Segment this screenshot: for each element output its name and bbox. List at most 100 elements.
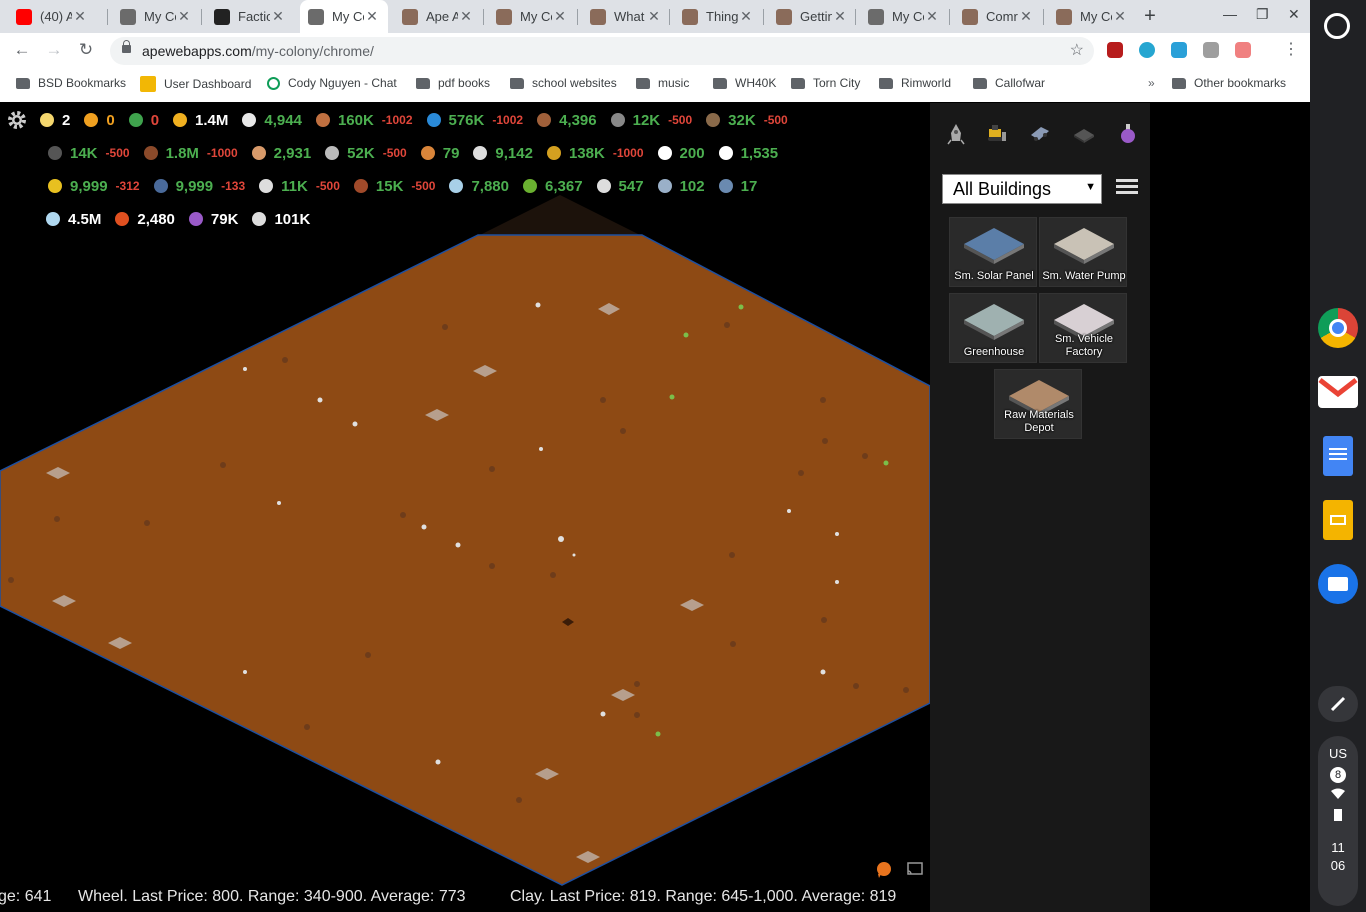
minimize-button[interactable]: — xyxy=(1223,6,1237,22)
settings-gear-icon[interactable] xyxy=(6,109,28,131)
bookmark-item[interactable]: Rimworld xyxy=(879,76,951,90)
bookmark-item[interactable]: music xyxy=(636,76,689,90)
gmail-app-icon[interactable] xyxy=(1318,376,1358,408)
forward-button[interactable]: → xyxy=(43,40,65,60)
resource-item[interactable]: 32K -500 xyxy=(706,112,788,129)
ublock-extension-icon[interactable] xyxy=(1107,42,1123,58)
address-bar[interactable]: apewebapps.com/my-colony/chrome/ ☆ xyxy=(110,37,1094,65)
tab-11[interactable]: My Co✕ xyxy=(1048,0,1136,33)
docs-app-icon[interactable] xyxy=(1323,436,1353,476)
extension-icon[interactable] xyxy=(1139,42,1155,58)
resource-item[interactable]: 1.4M xyxy=(173,112,228,129)
tab-3[interactable]: My Co✕ xyxy=(300,0,388,33)
potion-icon[interactable] xyxy=(1116,121,1140,145)
new-tab-button[interactable]: + xyxy=(1140,5,1160,28)
tab-close-icon[interactable]: ✕ xyxy=(1018,8,1034,25)
bookmark-item[interactable]: pdf books xyxy=(416,76,490,90)
chrome-app-icon[interactable] xyxy=(1318,308,1358,348)
resource-item[interactable]: 1.8M -1000 xyxy=(143,145,238,162)
resource-item[interactable]: 9,142 xyxy=(473,145,533,162)
reload-button[interactable]: ↻ xyxy=(75,40,97,60)
bookmark-item[interactable]: Torn City xyxy=(791,76,860,90)
tab-10[interactable]: Comr ✕ xyxy=(954,0,1042,33)
building-card[interactable]: Sm. Vehicle Factory xyxy=(1039,293,1127,363)
game-viewport[interactable]: 2 0 0 1.4M 4,944 160K -1002 576K -1002 4,396 12K -5… xyxy=(0,103,930,912)
tab-4[interactable]: Ape A ✕ xyxy=(394,0,482,33)
cast-icon[interactable] xyxy=(907,862,923,875)
resource-item[interactable]: 0 xyxy=(128,112,159,129)
resource-item[interactable]: 7,880 xyxy=(449,178,509,195)
resource-item[interactable]: 0 xyxy=(84,112,115,129)
resource-item[interactable]: 2,480 xyxy=(115,211,175,228)
tab-6[interactable]: What ✕ xyxy=(582,0,670,33)
resource-item[interactable]: 1,535 xyxy=(718,145,778,162)
tab-close-icon[interactable]: ✕ xyxy=(72,8,88,25)
tab-close-icon[interactable]: ✕ xyxy=(738,8,754,25)
resource-item[interactable]: 4.5M xyxy=(46,211,101,228)
building-card[interactable]: Sm. Solar Panel xyxy=(949,217,1037,287)
resource-item[interactable]: 101K xyxy=(252,211,310,228)
resource-item[interactable]: 6,367 xyxy=(523,178,583,195)
extension-icon[interactable] xyxy=(1171,42,1187,58)
tab-close-icon[interactable]: ✕ xyxy=(924,8,940,25)
resource-item[interactable]: 9,999 -312 xyxy=(48,178,140,195)
list-view-icon[interactable] xyxy=(1116,179,1138,197)
tab-close-icon[interactable]: ✕ xyxy=(270,8,286,25)
tab-close-icon[interactable]: ✕ xyxy=(1112,8,1128,25)
extension-icon[interactable] xyxy=(1203,42,1219,58)
more-bookmarks-icon[interactable]: » xyxy=(1148,76,1155,90)
chat-bubble-icon[interactable] xyxy=(877,862,891,878)
slides-app-icon[interactable] xyxy=(1323,500,1353,540)
chrome-menu-icon[interactable]: ⋮ xyxy=(1283,39,1299,59)
bookmark-item[interactable]: school websites xyxy=(510,76,617,90)
tab-close-icon[interactable]: ✕ xyxy=(364,8,380,25)
bulldozer-icon[interactable] xyxy=(984,121,1008,145)
vehicle-icon[interactable] xyxy=(1028,121,1052,145)
resource-item[interactable]: 2,931 xyxy=(251,145,311,162)
resource-item[interactable]: 17 xyxy=(718,178,757,195)
resource-item[interactable]: 9,999 -133 xyxy=(153,178,245,195)
resource-item[interactable]: 4,396 xyxy=(537,112,597,129)
resource-item[interactable]: 12K -500 xyxy=(610,112,692,129)
building-card[interactable]: Sm. Water Pump xyxy=(1039,217,1127,287)
tab-close-icon[interactable]: ✕ xyxy=(552,8,568,25)
tab-close-icon[interactable]: ✕ xyxy=(458,8,474,25)
close-window-button[interactable]: ✕ xyxy=(1288,6,1300,23)
factory-icon[interactable] xyxy=(1072,121,1096,145)
extension-icon[interactable] xyxy=(1235,42,1251,58)
tab-8[interactable]: Gettin ✕ xyxy=(768,0,856,33)
resource-item[interactable]: 4,944 xyxy=(242,112,302,129)
resource-item[interactable]: 576K -1002 xyxy=(426,112,523,129)
back-button[interactable]: ← xyxy=(11,40,33,60)
resource-item[interactable]: 14K -500 xyxy=(48,145,130,162)
restore-button[interactable]: ❐ xyxy=(1256,6,1269,23)
files-app-icon[interactable] xyxy=(1318,564,1358,604)
resource-item[interactable]: 547 xyxy=(596,178,644,195)
bookmark-item[interactable]: BSD Bookmarks xyxy=(16,76,126,90)
bookmark-item[interactable]: Cody Nguyen - Chat xyxy=(267,76,397,90)
resource-item[interactable]: 138K -1000 xyxy=(546,145,644,162)
resource-item[interactable]: 2 xyxy=(40,112,70,129)
tab-9[interactable]: My Co✕ xyxy=(860,0,948,33)
bookmark-item[interactable]: WH40K xyxy=(713,76,776,90)
tab-close-icon[interactable]: ✕ xyxy=(832,8,848,25)
stylus-tools-button[interactable] xyxy=(1318,686,1358,722)
bookmark-star-icon[interactable]: ☆ xyxy=(1070,40,1084,60)
resource-item[interactable]: 15K -500 xyxy=(353,178,435,195)
tab-close-icon[interactable]: ✕ xyxy=(176,8,192,25)
building-filter-select[interactable]: All Buildings ▼ xyxy=(942,174,1102,204)
tab-close-icon[interactable]: ✕ xyxy=(646,8,662,25)
resource-item[interactable]: 79 xyxy=(420,145,459,162)
resource-item[interactable]: 200 xyxy=(657,145,705,162)
lander-icon[interactable] xyxy=(944,121,968,145)
building-card[interactable]: Raw Materials Depot xyxy=(994,369,1082,439)
resource-item[interactable]: 79K xyxy=(188,211,238,228)
resource-item[interactable]: 11K -500 xyxy=(259,178,340,195)
resource-item[interactable]: 52K -500 xyxy=(325,145,407,162)
resource-item[interactable]: 102 xyxy=(657,178,705,195)
resource-item[interactable]: 160K -1002 xyxy=(315,112,413,129)
bookmark-item[interactable]: Callofwar xyxy=(973,76,1045,90)
tab-0[interactable]: (40) A ✕ xyxy=(8,0,96,33)
bookmark-item[interactable]: Other bookmarks xyxy=(1172,76,1286,90)
bookmark-item[interactable]: User Dashboard xyxy=(140,76,251,92)
